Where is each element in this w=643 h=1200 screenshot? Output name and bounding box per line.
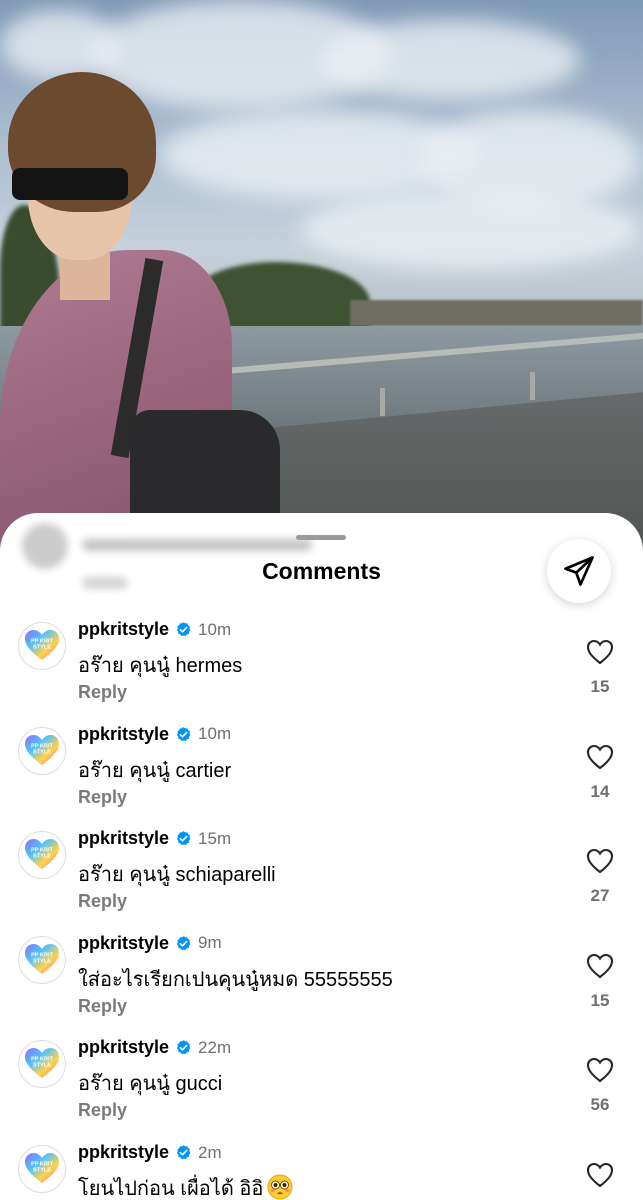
share-button[interactable] [547,539,611,603]
like-count: 15 [590,677,610,696]
svg-text:STYLE: STYLE [33,645,51,651]
username[interactable]: ppkritstyle [78,619,169,640]
comment-timestamp: 10m [198,619,232,639]
avatar[interactable]: PP KRIT STYLE [18,935,66,984]
verified-badge-icon [176,935,191,950]
verified-badge-icon [176,622,191,637]
comment-text: ใส่อะไรเรียกเปนคุนนู๋หมด 55555555 [78,968,393,991]
username[interactable]: ppkritstyle [78,828,169,849]
comment-timestamp: 2m [198,1142,222,1162]
blurred-comment [10,513,550,598]
heart-logo-icon: PP KRIT STYLE [25,839,59,870]
verified-badge-icon [176,726,191,741]
comment-timestamp: 9m [198,933,222,953]
heart-logo-icon: PP KRIT STYLE [25,630,59,660]
comment-timestamp: 15m [198,828,232,848]
heart-outline-icon[interactable] [586,953,614,979]
username[interactable]: ppkritstyle [78,933,169,954]
heart-outline-icon[interactable] [586,639,614,665]
comment-timestamp: 22m [198,1037,232,1057]
verified-badge-icon [176,831,191,846]
sheet-grabber[interactable] [296,535,346,540]
comment-row: PP KRIT STYLE ppkritstyle 10m อร๊าย คุนน… [0,615,643,719]
username[interactable]: ppkritstyle [78,1142,169,1163]
heart-outline-icon[interactable] [586,744,614,770]
heart-logo-icon: PP KRIT STYLE [25,1048,59,1079]
comment-row: PP KRIT STYLE ppkritstyle 15m อร๊าย คุนน… [0,824,643,928]
comment-row: PP KRIT STYLE ppkritstyle 10m อร๊าย คุนน… [0,720,643,824]
verified-badge-icon [176,1145,191,1160]
like-count: 56 [590,1095,610,1115]
avatar[interactable]: PP KRIT STYLE [18,726,66,775]
avatar[interactable]: PP KRIT STYLE [18,622,66,670]
flushed-face-emoji-icon [267,1174,293,1200]
comment-text: อร๊าย คุนนู๋ cartier [78,759,232,782]
reply-button[interactable]: Reply [78,891,127,912]
svg-text:STYLE: STYLE [33,749,51,755]
heart-logo-icon: PP KRIT STYLE [25,943,59,974]
comment-text: อร๊าย คุนนู๋ gucci [78,1073,223,1096]
avatar[interactable]: PP KRIT STYLE [18,831,66,880]
svg-text:STYLE: STYLE [33,1168,51,1174]
comment-text: โยนไปก่อน เผื่อได้ อิอิ [78,1172,293,1200]
comment-row: PP KRIT STYLE ppkritstyle 9m ใส่อะไรเรีย… [0,929,643,1033]
heart-logo-icon: PP KRIT STYLE [25,734,59,765]
svg-text:STYLE: STYLE [33,854,51,860]
comment-row: PP KRIT STYLE ppkritstyle 2m โยนไปก่อน เ… [0,1138,643,1200]
heart-outline-icon[interactable] [586,848,614,874]
reply-button[interactable]: Reply [78,1100,127,1121]
comment-timestamp: 10m [198,724,232,744]
reply-button[interactable]: Reply [78,682,127,703]
like-count: 27 [590,886,610,906]
comment-text: อร๊าย คุนนู๋ schiaparelli [78,864,276,887]
heart-outline-icon[interactable] [586,1162,614,1188]
avatar[interactable]: PP KRIT STYLE [18,1040,66,1089]
like-count: 15 [590,990,610,1010]
paper-plane-icon [564,556,594,586]
verified-badge-icon [176,1040,191,1055]
comment-text: อร๊าย คุนนู๋ hermes [78,655,243,677]
svg-text:STYLE: STYLE [33,1063,51,1069]
avatar[interactable]: PP KRIT STYLE [18,1145,66,1193]
heart-outline-icon[interactable] [586,1057,614,1083]
reply-button[interactable]: Reply [78,787,127,808]
svg-text:STYLE: STYLE [33,958,51,964]
post-photo [0,0,643,560]
comments-sheet: Comments PP KRIT STYLE ppkritstyle 10m อ… [0,513,643,1200]
username[interactable]: ppkritstyle [78,724,169,745]
like-count: 14 [590,781,610,801]
comment-row: PP KRIT STYLE ppkritstyle 22m อร๊าย คุนน… [0,1033,643,1137]
heart-logo-icon: PP KRIT STYLE [25,1153,59,1183]
reply-button[interactable]: Reply [78,996,127,1017]
username[interactable]: ppkritstyle [78,1037,169,1058]
